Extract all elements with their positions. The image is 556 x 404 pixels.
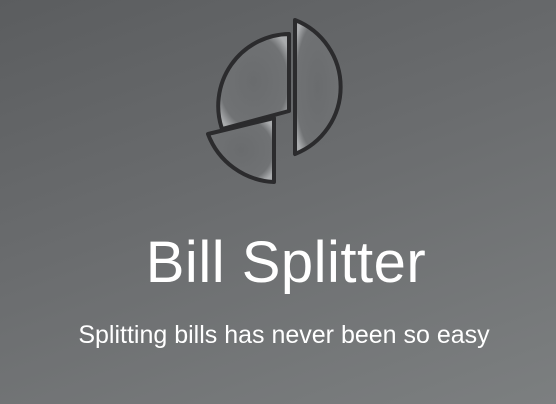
- app-title: Bill Splitter: [145, 230, 427, 295]
- pie-slice-large: [293, 18, 343, 156]
- app-tagline: Splitting bills has never been so easy: [78, 321, 490, 349]
- pie-chart-icon: [206, 18, 343, 184]
- splash-screen: Bill Splitter Splitting bills has never …: [0, 0, 556, 404]
- pie-slice-small: [206, 116, 276, 184]
- pie-slice-medium: [216, 32, 291, 131]
